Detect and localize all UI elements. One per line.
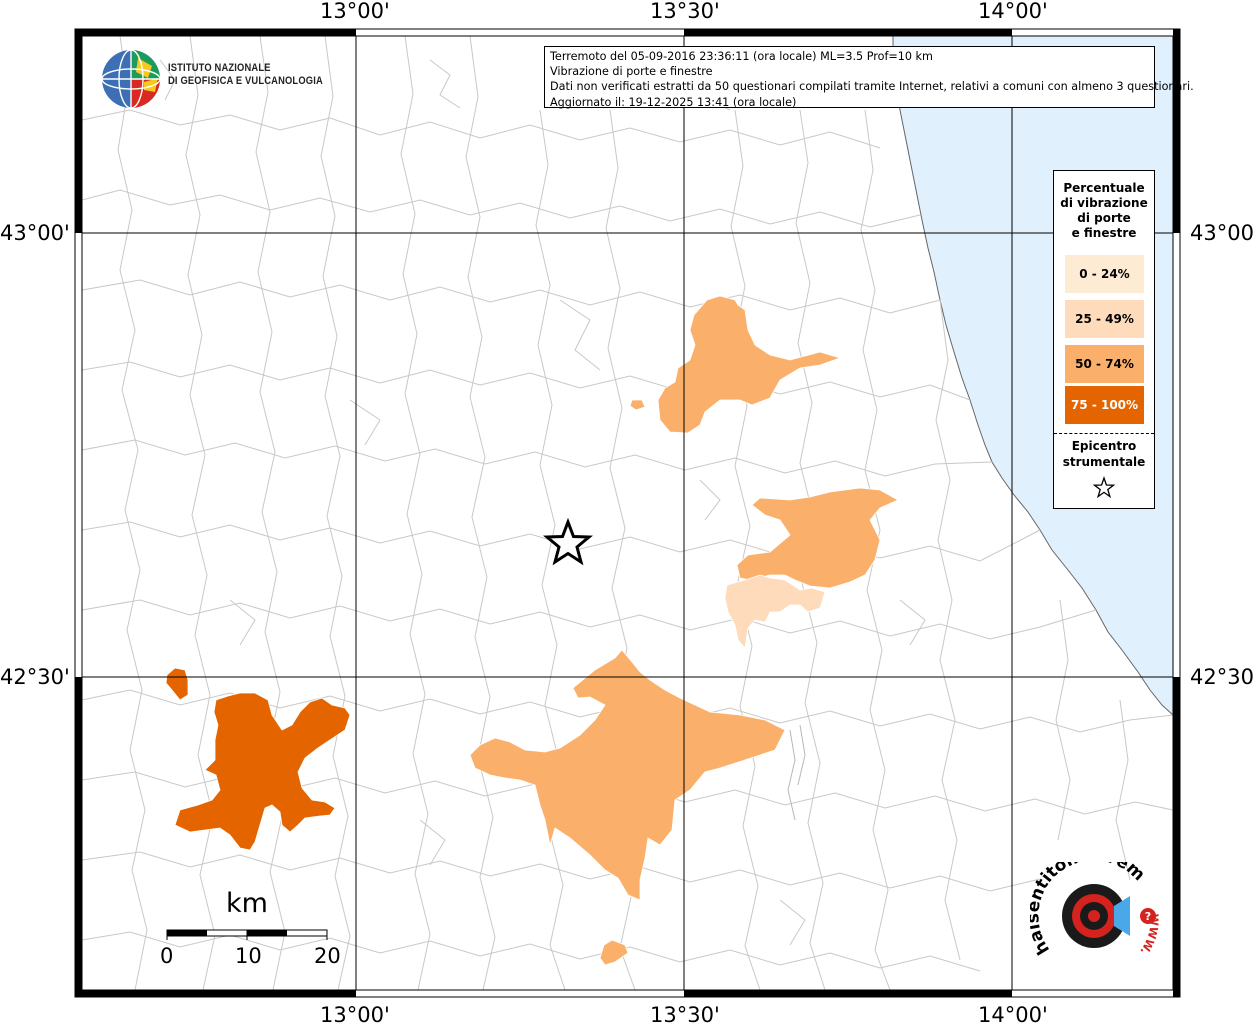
lon-label-bottom-13-30: 13°30': [650, 1003, 720, 1027]
legend-item-75-100: 75 - 100%: [1065, 386, 1144, 424]
legend-title: Percentuale di vibrazione di porte e fin…: [1054, 181, 1154, 241]
legend-epicenter-line: strumentale: [1062, 455, 1146, 469]
event-info-line: Vibrazione di porte e finestre: [550, 65, 713, 79]
legend-epicenter-line: Epicentro: [1071, 439, 1137, 453]
lat-label-right-42-30: 42°30': [1190, 665, 1256, 689]
lat-label-left-43-00: 43°00': [0, 221, 70, 245]
event-info-line: Dati non verificati estratti da 50 quest…: [550, 80, 1194, 94]
ingv-globe-icon: [101, 49, 161, 109]
institute-name-line1: ISTITUTO NAZIONALE: [168, 62, 271, 74]
legend-title-line: di porte: [1077, 211, 1131, 225]
scale-label-20: 20: [314, 944, 341, 968]
scale-label-0: 0: [160, 944, 174, 968]
event-info-line: Aggiornato il: 19-12-2025 13:41 (ora loc…: [550, 95, 797, 109]
lat-label-left-42-30: 42°30': [0, 665, 70, 689]
legend-item-0-24: 0 - 24%: [1065, 255, 1144, 293]
lat-label-right-43-00: 43°00': [1190, 221, 1256, 245]
scale-bar: km 0 10 20: [160, 888, 360, 968]
legend-title-line: Percentuale: [1063, 181, 1145, 195]
lon-label-top-13-30: 13°30': [650, 0, 720, 23]
scale-bar-title: km: [226, 888, 268, 919]
event-info-box: Terremoto del 05-09-2016 23:36:11 (ora l…: [544, 46, 1194, 109]
institute-name-line2: DI GEOFISICA E VULCANOLOGIA: [168, 75, 323, 87]
legend-separator: [1054, 433, 1154, 434]
haisentito-logo[interactable]: haisentitoilterremoto.it WWW. ?: [1023, 845, 1178, 980]
legend: Percentuale di vibrazione di porte e fin…: [1053, 170, 1155, 509]
legend-item-25-49: 25 - 49%: [1065, 300, 1144, 338]
lon-label-top-14-00: 14°00': [978, 0, 1048, 23]
lon-label-top-13-00: 13°00': [320, 0, 390, 23]
scale-bar-graphic: [166, 929, 328, 940]
scale-label-10: 10: [235, 944, 262, 968]
lon-label-bottom-13-00: 13°00': [320, 1003, 390, 1027]
institute-name: ISTITUTO NAZIONALE DI GEOFISICA E VULCAN…: [168, 62, 323, 88]
question-mark: ?: [1145, 910, 1151, 923]
legend-epicenter-label: Epicentro strumentale: [1054, 438, 1154, 470]
legend-title-line: e finestre: [1071, 226, 1137, 240]
legend-title-line: di vibrazione: [1060, 196, 1148, 210]
star-icon: [1092, 476, 1116, 499]
legend-item-50-74: 50 - 74%: [1065, 345, 1144, 383]
haisentito-logo-graphic: haisentitoilterremoto.it WWW. ?: [1023, 845, 1160, 958]
event-info-line: Terremoto del 05-09-2016 23:36:11 (ora l…: [550, 50, 933, 63]
lon-label-bottom-14-00: 14°00': [978, 1003, 1048, 1027]
